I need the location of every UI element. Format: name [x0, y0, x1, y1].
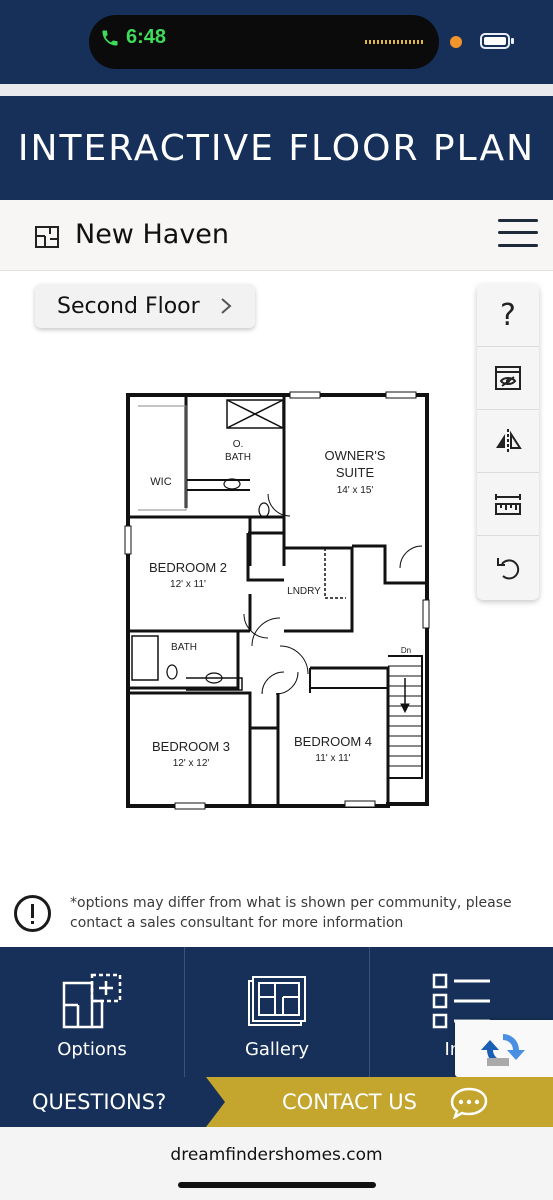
chat-bubble-icon[interactable]: [450, 1087, 488, 1119]
help-button[interactable]: ?: [477, 284, 539, 347]
floorplan-icon: [35, 226, 59, 248]
floorplan-toolbar: ?: [477, 284, 539, 600]
options-tile[interactable]: Options: [0, 947, 184, 1077]
room-bedroom-2: BEDROOM 2: [149, 560, 227, 575]
url-text[interactable]: dreamfindershomes.com: [0, 1145, 553, 1165]
furniture-view-icon: [495, 366, 521, 390]
reset-view-button[interactable]: [477, 536, 539, 599]
help-icon: ?: [500, 297, 516, 333]
active-call-indicator[interactable]: 6:48: [100, 26, 166, 49]
stairs-label: Dn: [401, 646, 411, 655]
room-obath-1: O.: [233, 439, 244, 450]
contact-us-button[interactable]: CONTACT US: [282, 1090, 417, 1114]
battery-icon: [480, 33, 514, 49]
room-bedroom-3-dim: 12' x 12': [173, 758, 210, 769]
chevron-right-icon: [221, 298, 232, 314]
room-bedroom-4: BEDROOM 4: [294, 734, 372, 749]
options-plan-icon: [62, 973, 122, 1029]
room-bath: BATH: [171, 642, 197, 653]
questions-button[interactable]: QUESTIONS?: [0, 1077, 225, 1127]
status-time: 6:48: [126, 26, 167, 48]
hamburger-menu-icon[interactable]: [498, 217, 538, 249]
gallery-tile[interactable]: Gallery: [185, 947, 369, 1077]
floorplan-drawing[interactable]: OWNER'S SUITE 14' x 15' O. BATH WIC BEDR…: [120, 388, 440, 822]
questions-label: QUESTIONS?: [32, 1090, 167, 1114]
home-model-name: New Haven: [75, 219, 230, 250]
recording-dot-icon: [450, 36, 462, 48]
mirror-icon: [496, 429, 522, 453]
title-banner: INTERACTIVE FLOOR PLAN: [0, 96, 553, 200]
gallery-tile-label: Gallery: [244, 1039, 310, 1060]
phone-icon: [102, 30, 118, 45]
room-bedroom-4-dim: 11' x 11': [315, 753, 350, 764]
floor-selector-button[interactable]: Second Floor: [35, 284, 255, 328]
room-owners-suite-dim: 14' x 15': [337, 485, 374, 496]
mirror-plan-button[interactable]: [477, 410, 539, 473]
home-indicator[interactable]: [178, 1182, 376, 1188]
waveform-icon: [365, 40, 423, 44]
measure-button[interactable]: [477, 473, 539, 536]
room-bedroom-3: BEDROOM 3: [152, 739, 230, 754]
room-bedroom-2-dim: 12' x 11': [170, 579, 206, 590]
room-owners-suite-2: SUITE: [336, 465, 375, 480]
reset-icon: [497, 557, 520, 579]
room-owners-suite: OWNER'S: [325, 448, 386, 463]
room-wic: WIC: [150, 476, 171, 488]
recaptcha-icon: [481, 1034, 525, 1066]
page-title: INTERACTIVE FLOOR PLAN: [17, 127, 536, 169]
header-divider: [0, 84, 553, 96]
furniture-view-button[interactable]: [477, 347, 539, 410]
options-tile-label: Options: [57, 1039, 127, 1060]
room-obath-2: BATH: [225, 452, 251, 463]
gallery-icon: [248, 976, 306, 1026]
room-laundry: LNDRY: [287, 586, 321, 597]
floor-selector-label: Second Floor: [57, 293, 200, 319]
options-disclaimer: *options may differ from what is shown p…: [70, 895, 512, 931]
alert-icon: [14, 895, 51, 932]
recaptcha-badge[interactable]: [455, 1020, 553, 1077]
measure-icon: [495, 494, 521, 515]
